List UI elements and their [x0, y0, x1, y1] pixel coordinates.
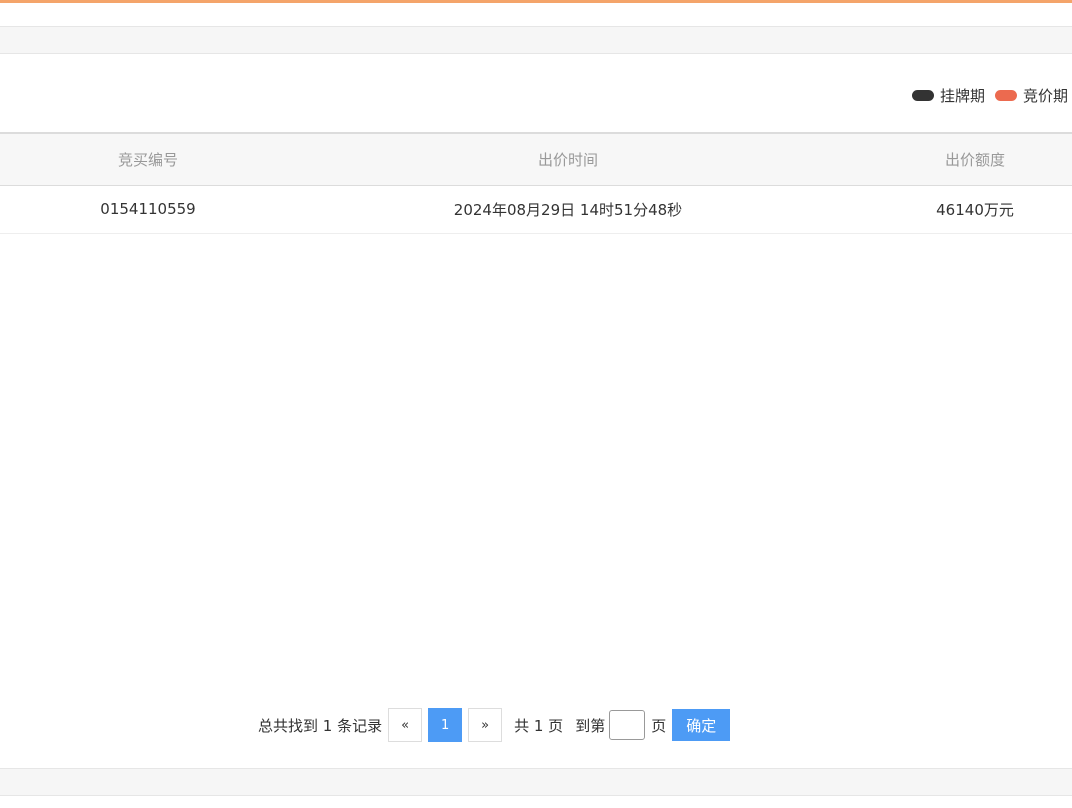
total-pages-text: 共 1 页 — [514, 716, 564, 735]
bottom-strip — [0, 768, 1072, 796]
prev-page-button[interactable]: « — [388, 708, 423, 742]
cell-bid-time: 2024年08月29日 14时51分48秒 — [453, 200, 683, 219]
confirm-button[interactable]: 确定 — [672, 709, 731, 741]
table-header: 竞买编号 出价时间 出价额度 — [0, 132, 1072, 186]
legend-label-listing: 挂牌期 — [939, 86, 985, 105]
cell-bid-number: 0154110559 — [100, 200, 196, 218]
header-bid-amount: 出价额度 — [944, 151, 1005, 169]
legend-swatch-bidding — [994, 89, 1017, 101]
legend-swatch-listing — [911, 89, 934, 101]
legend-label-bidding: 竞价期 — [1022, 86, 1068, 105]
page-jump-input[interactable] — [609, 710, 646, 740]
page-suffix-label: 页 — [651, 716, 667, 735]
next-page-button[interactable]: » — [468, 708, 503, 742]
page-button-1[interactable]: 1 — [428, 708, 463, 742]
table-row: 0154110559 2024年08月29日 14时51分48秒 46140万元 — [0, 185, 1072, 234]
goto-label: 到第 — [575, 716, 606, 735]
legend: 挂牌期 竞价期 — [911, 84, 1068, 106]
top-accent-bar — [0, 0, 1072, 3]
cell-bid-amount: 46140万元 — [936, 200, 1014, 219]
header-bid-time: 出价时间 — [537, 151, 598, 169]
top-strip — [0, 26, 1072, 54]
legend-item-listing: 挂牌期 — [911, 85, 985, 106]
pagination: 总共找到 1 条记录 « 1 » 共 1 页 到第 页 确定 — [258, 706, 731, 744]
bid-record-page: 挂牌期 竞价期 竞买编号 出价时间 出价额度 0154110559 2024年0… — [0, 0, 1072, 808]
header-bid-number: 竞买编号 — [117, 151, 178, 169]
total-records-text: 总共找到 1 条记录 — [258, 716, 383, 735]
legend-item-bidding: 竞价期 — [994, 85, 1068, 106]
